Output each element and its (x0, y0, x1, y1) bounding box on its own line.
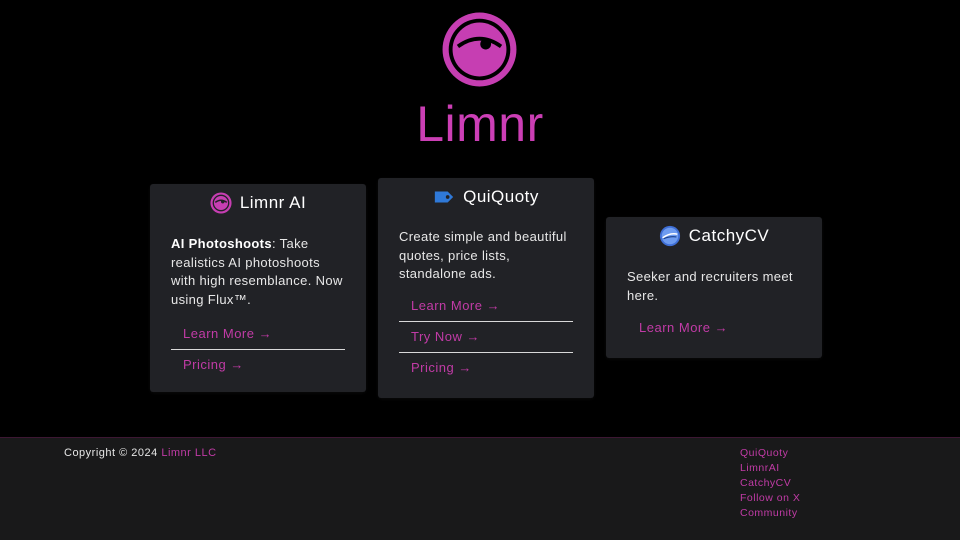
card-links: Learn More → (627, 313, 801, 343)
limnr-eye-icon (210, 191, 232, 214)
card-description: Create simple and beautiful quotes, pric… (399, 229, 567, 281)
card-header: Limnr AI (150, 184, 366, 221)
page: Limnr Limnr AI AI Photoshoots: Take real… (0, 0, 960, 540)
footer-links: QuiQuoty LimnrAI CatchyCV Follow on X Co… (740, 446, 800, 521)
learn-more-link[interactable]: Learn More → (399, 291, 573, 322)
card-header: CatchyCV (606, 217, 822, 254)
footer-link-follow-x[interactable]: Follow on X (740, 491, 800, 506)
footer-link-quiquoty[interactable]: QuiQuoty (740, 446, 800, 461)
card-title: QuiQuoty (463, 186, 539, 206)
card-title: CatchyCV (688, 225, 770, 245)
card-quiquoty: QuiQuoty Create simple and beautiful quo… (378, 178, 594, 398)
try-now-link[interactable]: Try Now → (399, 322, 573, 353)
footer-link-limnrai[interactable]: LimnrAI (740, 461, 800, 476)
pricing-link[interactable]: Pricing → (171, 350, 345, 380)
learn-more-link[interactable]: Learn More → (627, 313, 801, 343)
copyright-prefix: Copyright © 2024 (64, 447, 158, 459)
card-body: AI Photoshoots: Take realistics AI photo… (150, 221, 366, 380)
learn-more-link[interactable]: Learn More → (171, 319, 345, 350)
footer-link-catchycv[interactable]: CatchyCV (740, 476, 800, 491)
feature-name: AI Photoshoots (171, 236, 272, 251)
brand-title: Limnr (0, 94, 960, 154)
card-description: AI Photoshoots: Take realistics AI photo… (171, 235, 345, 309)
card-links: Learn More → Pricing → (171, 319, 345, 380)
footer-link-community[interactable]: Community (740, 506, 800, 521)
company-link[interactable]: Limnr LLC (161, 447, 216, 459)
card-body: Seeker and recruiters meet here. Learn M… (606, 254, 822, 343)
card-limnr-ai: Limnr AI AI Photoshoots: Take realistics… (150, 184, 366, 392)
card-header: QuiQuoty (378, 178, 594, 215)
price-tag-icon (434, 191, 454, 202)
copyright-text: Copyright © 2024 Limnr LLC (64, 447, 217, 459)
catchycv-globe-icon (659, 225, 680, 246)
card-description: Seeker and recruiters meet here. (627, 269, 793, 303)
footer: Copyright © 2024 Limnr LLC QuiQuoty Limn… (0, 437, 960, 540)
pricing-link[interactable]: Pricing → (399, 353, 573, 383)
card-body: Create simple and beautiful quotes, pric… (378, 215, 594, 383)
card-links: Learn More → Try Now → Pricing → (399, 291, 573, 383)
card-title: Limnr AI (239, 192, 307, 212)
card-catchycv: CatchyCV Seeker and recruiters meet here… (606, 217, 822, 358)
limnr-logo-icon[interactable] (441, 11, 518, 88)
